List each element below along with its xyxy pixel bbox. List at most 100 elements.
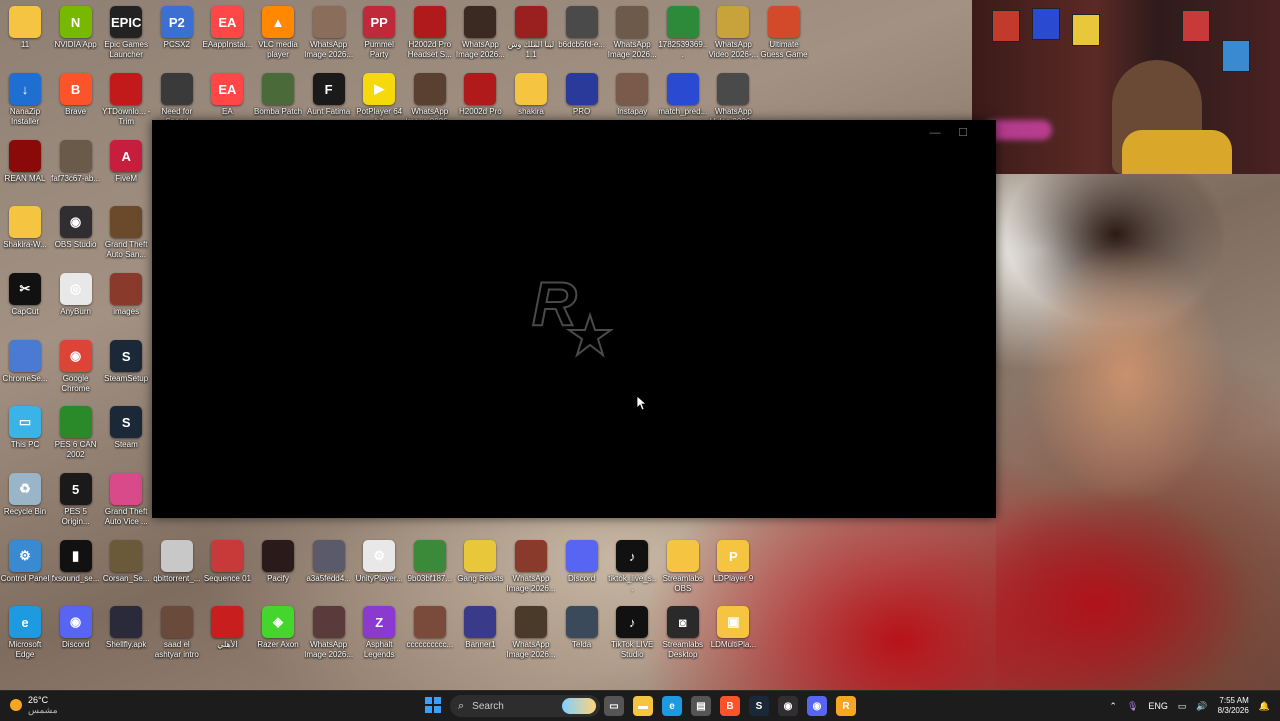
desktop-icon[interactable]: H2002d Pro Headset S... xyxy=(405,6,455,60)
desktop-icon[interactable]: PP Pummel Party xyxy=(354,6,404,60)
volume-icon[interactable]: 🔊 xyxy=(1196,701,1207,712)
desktop-icon[interactable]: WhatsApp Image 2026... xyxy=(455,6,505,60)
desktop-icon[interactable]: Shakira-W... xyxy=(0,206,50,250)
taskbar-file-explorer-icon[interactable]: ▬ xyxy=(633,696,653,716)
desktop-icon[interactable]: ♻ Recycle Bin xyxy=(0,473,50,517)
weather-widget[interactable]: 26°C مشمس xyxy=(10,695,58,715)
desktop-icon[interactable]: N NVIDIA App xyxy=(51,6,101,50)
desktop-icon[interactable]: Banner1 xyxy=(455,606,505,650)
desktop-icon[interactable]: Shellfly.apk xyxy=(101,606,151,650)
taskbar-edge-icon[interactable]: e xyxy=(662,696,682,716)
desktop-icon[interactable]: Z Asphalt Legends xyxy=(354,606,404,660)
desktop-icon[interactable]: H2002d Pro xyxy=(455,73,505,117)
desktop-icon[interactable]: qbittorrent_... xyxy=(152,540,202,584)
taskbar-rockstar-launcher-icon[interactable]: R xyxy=(836,696,856,716)
desktop-icon[interactable]: Bomba Patch xyxy=(253,73,303,117)
desktop-icon[interactable]: ▭ This PC xyxy=(0,406,50,450)
desktop-icon[interactable]: WhatsApp Image 2026... xyxy=(304,6,354,60)
desktop-icon[interactable]: 11 xyxy=(0,6,50,50)
desktop-icon[interactable]: images xyxy=(101,273,151,317)
desktop-icon[interactable]: Discord xyxy=(557,540,607,584)
minimize-button[interactable]: — xyxy=(928,126,942,140)
desktop-icon[interactable]: WhatsApp Video 2026... xyxy=(708,73,758,127)
start-button[interactable] xyxy=(425,697,441,713)
desktop-icon[interactable]: PRO xyxy=(557,73,607,117)
desktop-icon[interactable]: REAN MAL xyxy=(0,140,50,184)
desktop-icon[interactable]: faf73c67-ab... xyxy=(51,140,101,184)
taskbar-brave-icon[interactable]: B xyxy=(720,696,740,716)
desktop-icon[interactable]: e Microsoft Edge xyxy=(0,606,50,660)
desktop-icon[interactable]: 5 PES 5 Origin... xyxy=(51,473,101,527)
network-icon[interactable]: ▭ xyxy=(1178,701,1187,712)
desktop-icon[interactable]: match_pred... xyxy=(658,73,708,117)
desktop-icon[interactable]: لبنا الملك وش 1.1 xyxy=(506,6,556,60)
desktop-icon[interactable]: ◈ Razer Axon xyxy=(253,606,303,650)
desktop-icon[interactable]: B Brave xyxy=(51,73,101,117)
desktop-icon[interactable]: Gang Beasts xyxy=(455,540,505,584)
desktop-icon[interactable]: saad el ashtyar intro xyxy=(152,606,202,660)
desktop-icon[interactable]: Need for Speed xyxy=(152,73,202,127)
desktop-icon[interactable]: WhatsApp Image 2026... xyxy=(607,6,657,60)
desktop-icon[interactable]: F Aunt Fatima xyxy=(304,73,354,117)
desktop-icon[interactable]: WhatsApp Image 2026... xyxy=(405,73,455,127)
desktop-icon[interactable]: Pacify xyxy=(253,540,303,584)
desktop-icon[interactable]: EA EAappInstal... xyxy=(202,6,252,50)
desktop-icon[interactable]: ▶PotPlayer 64 bit xyxy=(354,73,404,127)
desktop-icon[interactable]: ◉ Google Chrome xyxy=(51,340,101,394)
desktop-icon[interactable]: ◎ AnyBurn xyxy=(51,273,101,317)
desktop-icon[interactable]: P LDPlayer 9 xyxy=(708,540,758,584)
desktop-icon[interactable]: Telda xyxy=(557,606,607,650)
taskbar-search[interactable]: ⌕ Search xyxy=(450,695,600,717)
taskbar-discord-icon[interactable]: ◉ xyxy=(807,696,827,716)
desktop-icon[interactable]: ⚙ UnityPlayer... xyxy=(354,540,404,584)
desktop-icon[interactable]: a3a5fedd4... xyxy=(304,540,354,584)
desktop-icon[interactable]: Ultimate Guess Game xyxy=(759,6,809,60)
desktop-icon[interactable]: ◉ OBS Studio xyxy=(51,206,101,250)
desktop-icon[interactable]: ▣ LDMultiPla... xyxy=(708,606,758,650)
desktop-icon[interactable]: S SteamSetup xyxy=(101,340,151,384)
language-indicator[interactable]: ENG xyxy=(1148,701,1168,711)
chevron-up-icon[interactable]: ⌃ xyxy=(1109,701,1117,712)
microphone-icon[interactable]: 🎙 xyxy=(1127,701,1138,712)
desktop-icon[interactable]: EPIC Epic Games Launcher xyxy=(101,6,151,60)
desktop-icon[interactable]: EA EA xyxy=(202,73,252,117)
taskbar-steam-icon[interactable]: S xyxy=(749,696,769,716)
game-launcher-window[interactable]: — ☐ R xyxy=(152,120,996,518)
desktop-icon[interactable]: cccccccccc... xyxy=(405,606,455,650)
taskbar-obs-icon[interactable]: ◉ xyxy=(778,696,798,716)
desktop-icon[interactable]: P2 PCSX2 xyxy=(152,6,202,50)
desktop-icon[interactable]: ♪ TikTok LIVE Studio xyxy=(607,606,657,660)
desktop-icon[interactable]: الأهلي xyxy=(202,606,252,650)
taskbar-store-icon[interactable]: ▤ xyxy=(691,696,711,716)
desktop-icon[interactable]: ⚙ Control Panel xyxy=(0,540,50,584)
desktop-icon[interactable]: ✂ CapCut xyxy=(0,273,50,317)
taskbar-task-view-icon[interactable]: ▭ xyxy=(604,696,624,716)
desktop-icon[interactable]: ▮ fxsound_se... xyxy=(51,540,101,584)
maximize-button[interactable]: ☐ xyxy=(956,126,970,140)
desktop-icon[interactable]: ◉ Discord xyxy=(51,606,101,650)
desktop-icon[interactable]: Corsan_Se... xyxy=(101,540,151,584)
desktop-icon[interactable]: ◙ Streamlabs Desktop xyxy=(658,606,708,660)
desktop-icon[interactable]: 1782539369... xyxy=(658,6,708,60)
desktop-icon[interactable]: ↓ NanaZip Installer xyxy=(0,73,50,127)
desktop-icon[interactable]: WhatsApp Image 2026... xyxy=(304,606,354,660)
desktop-icon[interactable]: b6dcb5fd-e... xyxy=(557,6,607,50)
desktop-icon[interactable]: A FiveM xyxy=(101,140,151,184)
desktop-icon[interactable]: Grand Theft Auto Vice ... xyxy=(101,473,151,527)
clock[interactable]: 7:55 AM 8/3/2026 xyxy=(1218,696,1249,716)
desktop-icon[interactable]: Streamlabs OBS xyxy=(658,540,708,594)
desktop-icon[interactable]: shakira xyxy=(506,73,556,117)
desktop-icon[interactable]: 9b03bf187... xyxy=(405,540,455,584)
desktop-icon[interactable]: ChromeSe... xyxy=(0,340,50,384)
desktop-icon[interactable]: YTDownlo... - Trim xyxy=(101,73,151,127)
desktop-icon[interactable]: Instapay xyxy=(607,73,657,117)
desktop-icon[interactable]: S Steam xyxy=(101,406,151,450)
desktop-icon[interactable]: WhatsApp Video 2026-... xyxy=(708,6,758,60)
desktop-icon[interactable]: Grand Theft Auto San... xyxy=(101,206,151,260)
desktop-icon[interactable]: WhatsApp Image 2026... xyxy=(506,606,556,660)
desktop-icon[interactable]: WhatsApp Image 2026... xyxy=(506,540,556,594)
desktop-icon[interactable]: Sequence 01 xyxy=(202,540,252,584)
notification-bell-icon[interactable]: 🔔 xyxy=(1259,701,1270,712)
desktop-icon[interactable]: PES 6 CAN 2002 xyxy=(51,406,101,460)
desktop-icon[interactable]: ▲ VLC media player xyxy=(253,6,303,60)
